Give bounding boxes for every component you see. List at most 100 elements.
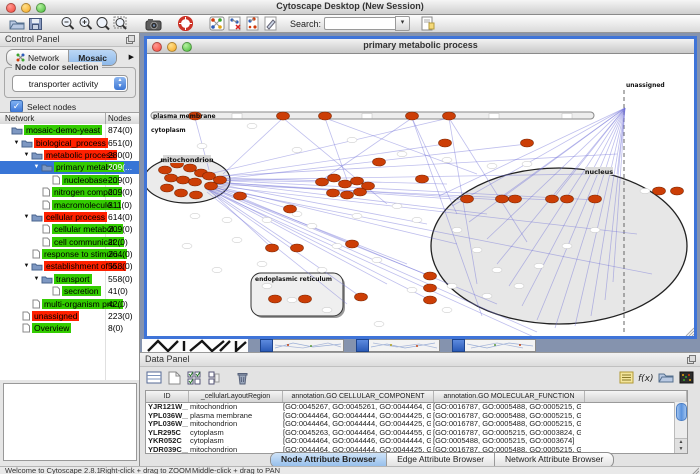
network-node[interactable] [284,205,297,213]
network-node[interactable] [165,174,178,182]
tree-row[interactable]: ▼transport558(0) [0,273,139,285]
column-header[interactable]: _cellularLayoutRegion [189,391,283,402]
network-node[interactable] [546,195,559,203]
expand-arrow-icon[interactable]: ▼ [22,263,31,269]
zoom-fit-icon[interactable] [112,16,130,32]
app-resize-grip[interactable] [691,467,699,474]
table-scrollbar[interactable]: ▲▼ [674,402,687,453]
import-attributes-icon[interactable] [656,368,676,387]
float-panel-icon[interactable] [126,35,135,44]
expand-arrow-icon[interactable]: ▼ [32,276,41,282]
expand-arrow-icon[interactable]: ▼ [12,140,21,146]
search-input[interactable] [324,17,395,30]
network-node[interactable] [184,164,197,172]
column-header[interactable]: ID [146,391,189,402]
network-canvas[interactable]: plasma membranecytoplasmmitochondrionnuc… [147,54,694,336]
network-node[interactable] [521,139,534,147]
tree-row[interactable]: ▼establishment of lo...558(0) [0,260,139,272]
network-node[interactable] [346,240,359,248]
network-node[interactable] [175,189,188,197]
zoom-selected-icon[interactable] [94,16,112,32]
network-edge[interactable] [412,118,457,214]
tree-row[interactable]: response to stimulu...264(0) [0,248,139,260]
delete-attribute-icon[interactable] [232,368,252,387]
expand-arrow-icon[interactable]: ▼ [22,152,31,158]
network-node[interactable] [443,112,456,120]
network-node[interactable] [328,174,341,182]
network-edge[interactable] [322,118,412,180]
minimized-window-2[interactable] [356,339,440,352]
network-node[interactable] [299,295,312,303]
network-node[interactable] [424,272,437,280]
minimized-window-3[interactable] [452,339,536,352]
network-node[interactable] [509,195,522,203]
tree-row[interactable]: mosaic-demo-yeast874(0) [0,124,139,136]
network-node[interactable] [291,244,304,252]
index-icon[interactable] [418,16,436,32]
network-column-header[interactable]: Network [5,114,34,123]
apply-layout-icon[interactable] [226,16,244,32]
network-node[interactable] [351,177,364,185]
attribute-list-icon[interactable] [616,368,636,387]
apply-vizmap-icon[interactable] [244,16,262,32]
network-node[interactable] [316,178,329,186]
scrollbar-arrows[interactable]: ▲▼ [675,438,687,453]
network-node[interactable] [234,192,247,200]
select-attributes-icon[interactable] [184,368,204,387]
matrix-icon[interactable] [676,368,696,387]
annotation-icon[interactable] [262,16,280,32]
network-node[interactable] [461,195,474,203]
network-node[interactable] [424,296,437,304]
network-node[interactable] [341,191,354,199]
tree-row[interactable]: nucleobase-...209(0) [0,174,139,186]
tree-row[interactable]: cell communicat...22(0) [0,236,139,248]
tree-row[interactable]: ▼cellular process614(0) [0,211,139,223]
tree-row[interactable]: ▼biological_process651(0) [0,136,139,148]
network-node[interactable] [354,188,367,196]
minimized-window-1[interactable] [260,339,344,352]
network-node[interactable] [406,112,419,120]
tab-network-attribute-browser[interactable]: Network Attribute Browser [495,453,613,467]
column-divider[interactable] [105,113,106,124]
float-panel-icon[interactable] [687,355,696,364]
network-node[interactable] [355,293,368,301]
tab-edge-attribute-browser[interactable]: Edge Attribute Browser [387,453,495,467]
tree-row[interactable]: multi-organism pro...42(0) [0,297,139,309]
network-node[interactable] [189,178,202,186]
network-edge[interactable] [211,190,387,284]
column-header[interactable]: annotation.GO MOLECULAR_FUNCTION [434,391,585,402]
network-node[interactable] [671,187,684,195]
network-node[interactable] [439,139,452,147]
birds-eye-view[interactable] [3,383,137,461]
network-node[interactable] [266,244,279,252]
tree-row[interactable]: ▼metabolic process280(0) [0,149,139,161]
zoom-in-icon[interactable] [76,16,94,32]
open-file-icon[interactable] [8,16,26,32]
window-resize-grip[interactable] [684,326,694,336]
tree-row[interactable]: cellular metabol...209(0) [0,223,139,235]
help-icon[interactable] [176,16,194,32]
network-node[interactable] [319,112,332,120]
region-plasma-membrane[interactable] [151,112,594,119]
node-color-dropdown[interactable]: transporter activity ▲▼ [12,75,128,92]
tree-row[interactable]: ▼primary metabo...209(... [0,161,139,173]
network-node[interactable] [373,158,386,166]
network-node[interactable] [277,112,290,120]
network-node[interactable] [339,180,352,188]
network-node[interactable] [424,284,437,292]
tree-row[interactable]: nitrogen compo...209(0) [0,186,139,198]
scrollbar-thumb[interactable] [676,403,687,421]
network-node[interactable] [214,176,227,184]
network-window[interactable]: primary metabolic process plasma membran… [144,36,697,339]
table-row[interactable]: YPL036W__1mitochondrion[GO:0044464, GO:0… [146,420,687,429]
tree-row[interactable]: Overview8(0) [0,322,139,334]
table-row[interactable]: YPL036W__2plasma membrane[GO:0044464, GO… [146,412,687,421]
tree-row[interactable]: unassigned223(0) [0,310,139,322]
table-row[interactable]: YLR295Ccytoplasm[GO:0045263, GO:0044464,… [146,429,687,438]
expand-arrow-icon[interactable]: ▼ [32,164,41,170]
network-node[interactable] [496,195,509,203]
network-window-titlebar[interactable]: primary metabolic process [147,39,694,54]
expand-arrow-icon[interactable]: ▼ [22,214,31,220]
network-node[interactable] [416,175,429,183]
network-node[interactable] [327,189,340,197]
